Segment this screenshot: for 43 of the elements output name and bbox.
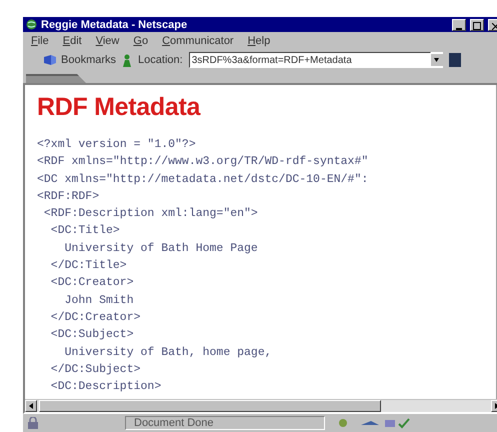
code-line: </DC:Creator> — [50, 310, 142, 326]
code-line: John Smith — [64, 292, 135, 309]
window-title: Reggie Metadata - Netscape — [41, 18, 188, 30]
horizontal-scrollbar[interactable] — [25, 399, 497, 412]
code-line: <DC:Description> — [50, 379, 162, 396]
page-heading: RDF Metadata — [37, 93, 202, 122]
code-line: University of Bath Home Page — [64, 240, 259, 257]
globe-icon — [26, 19, 37, 30]
maximize-button[interactable] — [470, 18, 484, 30]
location-label: Location: — [138, 54, 183, 66]
code-line: </DC:Subject> — [50, 362, 142, 378]
toolbar-tab[interactable] — [26, 74, 86, 83]
minimize-icon — [456, 28, 462, 30]
minimize-button[interactable] — [452, 18, 466, 30]
location-field[interactable]: 3sRDF%3a&format=RDF+Metadata — [188, 52, 431, 68]
close-icon — [492, 22, 497, 30]
down-arrow-icon — [434, 57, 440, 63]
code-line: <RDF xmlns="http://www.w3.org/TR/WD-rdf-syntax#" — [37, 154, 370, 170]
status-text: Document Done — [125, 416, 325, 430]
code-line: <DC:Subject> — [50, 327, 135, 344]
code-line: University of Bath, home page, — [64, 344, 273, 361]
menu-item[interactable]: File — [31, 34, 49, 46]
code-line: <?xml version = "1.0"?> — [37, 137, 197, 153]
left-arrow-icon — [28, 403, 34, 409]
scroll-left-button[interactable] — [25, 400, 37, 412]
code-line: <RDF:Description xml:lang="en"> — [42, 206, 259, 222]
scroll-thumb[interactable] — [39, 400, 381, 412]
code-line: <DC xmlns="http://metadata.net/dstc/DC-10-EN/#": — [37, 172, 370, 188]
code-line: </DC:Title> — [50, 258, 128, 274]
menu-item[interactable]: Edit — [62, 34, 82, 46]
bookmark-icon — [43, 54, 57, 66]
lock-icon — [27, 417, 39, 429]
dropdown-button[interactable] — [430, 54, 443, 66]
menu-item[interactable]: Communicator — [162, 34, 234, 46]
menu-item[interactable]: Go — [133, 34, 148, 46]
code-line: <RDF:RDF> — [37, 188, 100, 205]
code-line: <DC:Creator> — [50, 275, 135, 292]
menu-item[interactable]: Help — [248, 34, 270, 46]
bookmarks-button[interactable]: Bookmarks — [43, 54, 116, 66]
menu-item[interactable]: View — [96, 34, 120, 46]
maximize-icon — [473, 22, 481, 30]
person-icon — [122, 54, 132, 66]
code-line: <DC:Title> — [50, 223, 121, 240]
